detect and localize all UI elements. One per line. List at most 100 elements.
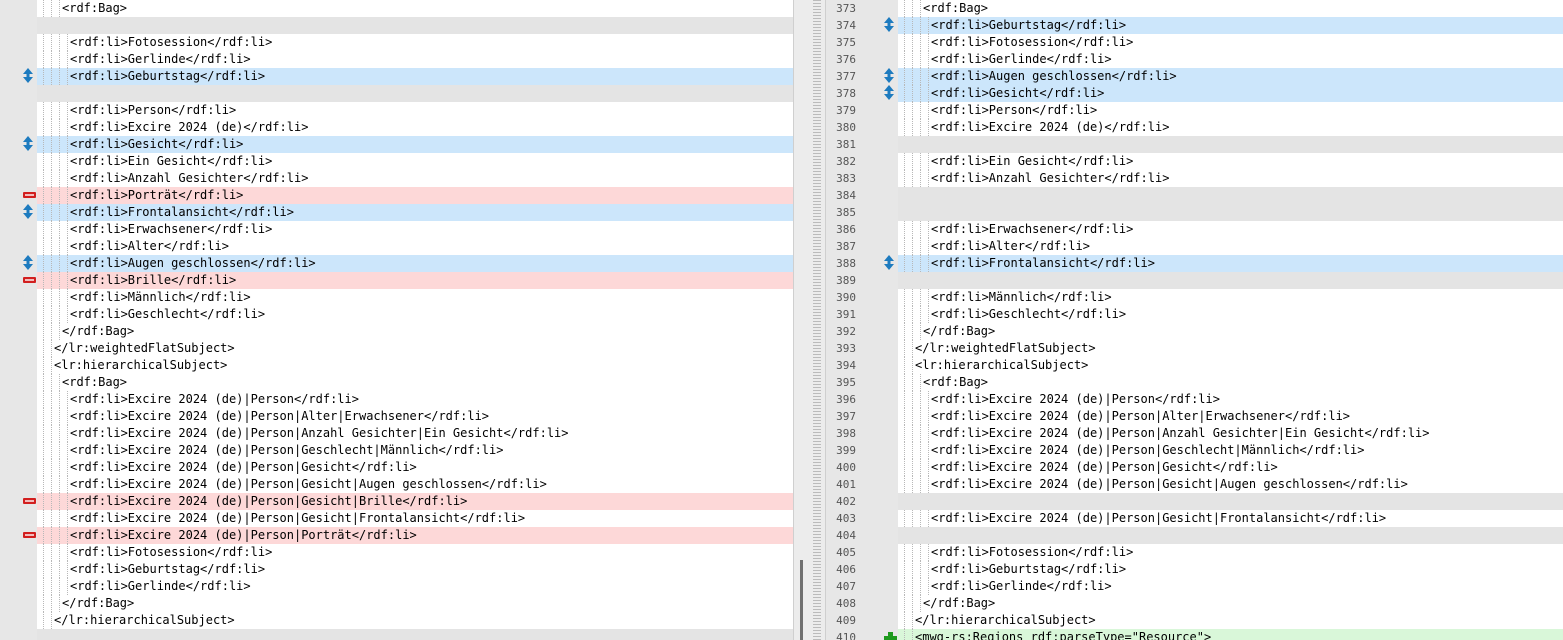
right-code-line[interactable]: 410 <mwg-rs:Regions rdf:parseType="Resour… (826, 629, 1563, 640)
left-code-line[interactable] (0, 629, 793, 640)
left-code-line[interactable]: <rdf:li>Geschlecht</rdf:li> (0, 306, 793, 323)
right-code-line[interactable]: 396 <rdf:li>Excire 2024 (de)|Person</rdf:… (826, 391, 1563, 408)
left-code-line[interactable]: <rdf:li>Brille</rdf:li> (0, 272, 793, 289)
move-arrows-icon[interactable] (883, 85, 899, 102)
left-code-line[interactable]: <rdf:li>Excire 2024 (de)|Person|Geschlec… (0, 442, 793, 459)
left-code-line[interactable]: </lr:hierarchicalSubject> (0, 612, 793, 629)
left-diff-pane[interactable]: <rdf:Bag> <rdf:li>Fotosession</rdf:li> <rd… (0, 0, 793, 640)
move-arrows-icon[interactable] (22, 136, 38, 153)
right-code-line[interactable]: 397 <rdf:li>Excire 2024 (de)|Person|Alter… (826, 408, 1563, 425)
left-code-line[interactable]: <rdf:li>Excire 2024 (de)|Person|Gesicht|… (0, 510, 793, 527)
left-code-line[interactable]: <rdf:Bag> (0, 0, 793, 17)
left-code-line[interactable]: <rdf:li>Fotosession</rdf:li> (0, 34, 793, 51)
code-cell: <rdf:li>Brille</rdf:li> (37, 272, 793, 289)
left-code-line[interactable]: <rdf:li>Anzahl Gesichter</rdf:li> (0, 170, 793, 187)
indent-guide (904, 476, 905, 493)
right-code-line[interactable]: 379 <rdf:li>Person</rdf:li> (826, 102, 1563, 119)
left-code-line[interactable]: <lr:hierarchicalSubject> (0, 357, 793, 374)
right-code-line[interactable]: 401 <rdf:li>Excire 2024 (de)|Person|Gesic… (826, 476, 1563, 493)
right-code-line[interactable]: 404 (826, 527, 1563, 544)
right-code-line[interactable]: 378 <rdf:li>Gesicht</rdf:li> (826, 85, 1563, 102)
right-code-line[interactable]: 386 <rdf:li>Erwachsener</rdf:li> (826, 221, 1563, 238)
line-number: 384 (836, 189, 856, 202)
left-code-line[interactable]: <rdf:li>Augen geschlossen</rdf:li> (0, 255, 793, 272)
right-code-line[interactable]: 403 <rdf:li>Excire 2024 (de)|Person|Gesic… (826, 510, 1563, 527)
right-code-line[interactable]: 399 <rdf:li>Excire 2024 (de)|Person|Gesch… (826, 442, 1563, 459)
left-code-line[interactable]: <rdf:li>Gerlinde</rdf:li> (0, 51, 793, 68)
right-code-line[interactable]: 393 </lr:weightedFlatSubject> (826, 340, 1563, 357)
left-code-line[interactable]: <rdf:li>Alter</rdf:li> (0, 238, 793, 255)
right-code-line[interactable]: 375 <rdf:li>Fotosession</rdf:li> (826, 34, 1563, 51)
right-code-line[interactable]: 408 </rdf:Bag> (826, 595, 1563, 612)
right-code-line[interactable]: 385 (826, 204, 1563, 221)
left-code-line[interactable]: <rdf:li>Person</rdf:li> (0, 102, 793, 119)
left-code-line[interactable]: </rdf:Bag> (0, 323, 793, 340)
right-code-line[interactable]: 391 <rdf:li>Geschlecht</rdf:li> (826, 306, 1563, 323)
right-code-line[interactable]: 380 <rdf:li>Excire 2024 (de)</rdf:li> (826, 119, 1563, 136)
right-code-line[interactable]: 389 (826, 272, 1563, 289)
right-code-line[interactable]: 383 <rdf:li>Anzahl Gesichter</rdf:li> (826, 170, 1563, 187)
move-arrows-icon[interactable] (22, 68, 38, 85)
left-code-line[interactable]: <rdf:li>Excire 2024 (de)|Person|Gesicht<… (0, 459, 793, 476)
line-number: 408 (836, 597, 856, 610)
move-arrows-icon[interactable] (883, 255, 899, 272)
minus-icon[interactable] (22, 187, 38, 204)
left-code-line[interactable]: <rdf:li>Porträt</rdf:li> (0, 187, 793, 204)
right-code-line[interactable]: 406 <rdf:li>Geburtstag</rdf:li> (826, 561, 1563, 578)
right-diff-pane[interactable]: 373 <rdf:Bag> 374 <rdf:li>Geburtstag</rdf:l… (826, 0, 1563, 640)
left-code-line[interactable]: <rdf:li>Gesicht</rdf:li> (0, 136, 793, 153)
left-code-line[interactable]: <rdf:li>Excire 2024 (de)|Person|Porträt<… (0, 527, 793, 544)
left-code-line[interactable]: <rdf:li>Erwachsener</rdf:li> (0, 221, 793, 238)
right-code-line[interactable]: 405 <rdf:li>Fotosession</rdf:li> (826, 544, 1563, 561)
right-code-line[interactable]: 376 <rdf:li>Gerlinde</rdf:li> (826, 51, 1563, 68)
right-code-line[interactable]: 384 (826, 187, 1563, 204)
left-code-line[interactable]: <rdf:li>Geburtstag</rdf:li> (0, 68, 793, 85)
right-code-line[interactable]: 388 <rdf:li>Frontalansicht</rdf:li> (826, 255, 1563, 272)
left-code-line[interactable]: <rdf:li>Geburtstag</rdf:li> (0, 561, 793, 578)
right-code-line[interactable]: 381 (826, 136, 1563, 153)
left-code-line[interactable]: <rdf:li>Excire 2024 (de)</rdf:li> (0, 119, 793, 136)
right-code-line[interactable]: 394 <lr:hierarchicalSubject> (826, 357, 1563, 374)
right-code-line[interactable]: 392 </rdf:Bag> (826, 323, 1563, 340)
move-arrows-icon[interactable] (883, 68, 899, 85)
right-code-line[interactable]: 398 <rdf:li>Excire 2024 (de)|Person|Anzah… (826, 425, 1563, 442)
move-arrows-icon[interactable] (22, 255, 38, 272)
left-code-line[interactable]: <rdf:li>Excire 2024 (de)|Person|Alter|Er… (0, 408, 793, 425)
move-arrows-icon[interactable] (22, 204, 38, 221)
left-code-line[interactable]: <rdf:li>Ein Gesicht</rdf:li> (0, 153, 793, 170)
left-code-line[interactable]: <rdf:li>Excire 2024 (de)|Person|Gesicht|… (0, 476, 793, 493)
left-code-line[interactable]: <rdf:li>Männlich</rdf:li> (0, 289, 793, 306)
left-code-line[interactable]: <rdf:Bag> (0, 374, 793, 391)
left-code-line[interactable]: <rdf:li>Fotosession</rdf:li> (0, 544, 793, 561)
left-code-line[interactable]: <rdf:li>Excire 2024 (de)|Person</rdf:li> (0, 391, 793, 408)
right-code-line[interactable]: 387 <rdf:li>Alter</rdf:li> (826, 238, 1563, 255)
move-arrows-icon[interactable] (883, 17, 899, 34)
pane-splitter[interactable] (793, 0, 826, 640)
right-code-line[interactable]: 402 (826, 493, 1563, 510)
right-code-line[interactable]: 377 <rdf:li>Augen geschlossen</rdf:li> (826, 68, 1563, 85)
splitter-grip[interactable] (813, 0, 821, 640)
left-code-line[interactable]: </lr:weightedFlatSubject> (0, 340, 793, 357)
minus-icon[interactable] (22, 272, 38, 289)
right-code-line[interactable]: 390 <rdf:li>Männlich</rdf:li> (826, 289, 1563, 306)
left-code-line[interactable]: <rdf:li>Excire 2024 (de)|Person|Gesicht|… (0, 493, 793, 510)
indent-guide (904, 561, 905, 578)
right-code-line[interactable]: 409 </lr:hierarchicalSubject> (826, 612, 1563, 629)
right-code-line[interactable]: 374 <rdf:li>Geburtstag</rdf:li> (826, 17, 1563, 34)
right-code-line[interactable]: 400 <rdf:li>Excire 2024 (de)|Person|Gesic… (826, 459, 1563, 476)
left-scrollbar-thumb[interactable] (800, 560, 803, 640)
minus-icon[interactable] (22, 527, 38, 544)
minus-icon[interactable] (22, 493, 38, 510)
right-code-line[interactable]: 373 <rdf:Bag> (826, 0, 1563, 17)
left-code-line[interactable] (0, 85, 793, 102)
right-code-line[interactable]: 407 <rdf:li>Gerlinde</rdf:li> (826, 578, 1563, 595)
left-code-line[interactable]: </rdf:Bag> (0, 595, 793, 612)
plus-icon[interactable] (883, 629, 899, 640)
right-code-line[interactable]: 395 <rdf:Bag> (826, 374, 1563, 391)
indent-guide (67, 255, 68, 272)
left-code-line[interactable]: <rdf:li>Excire 2024 (de)|Person|Anzahl G… (0, 425, 793, 442)
right-code-line[interactable]: 382 <rdf:li>Ein Gesicht</rdf:li> (826, 153, 1563, 170)
left-code-line[interactable]: <rdf:li>Frontalansicht</rdf:li> (0, 204, 793, 221)
left-code-line[interactable]: <rdf:li>Gerlinde</rdf:li> (0, 578, 793, 595)
left-code-line[interactable] (0, 17, 793, 34)
